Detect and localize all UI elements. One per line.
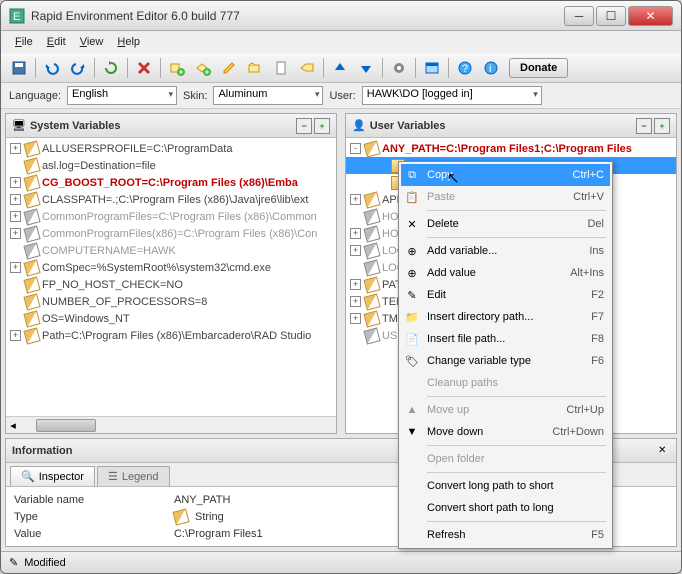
add-value-button[interactable] — [191, 56, 215, 80]
titlebar[interactable]: E Rapid Environment Editor 6.0 build 777… — [1, 1, 681, 31]
system-variables-pane: 🖥 System Variables − + +ALLUSERSPROFILE=… — [5, 113, 337, 434]
menu-help[interactable]: Help — [111, 34, 146, 50]
tree-row[interactable]: +CLASSPATH=.;C:\Program Files (x86)\Java… — [6, 191, 336, 208]
user-label: User: — [329, 90, 355, 102]
info-close-button[interactable]: ✕ — [658, 445, 670, 457]
tree-row[interactable]: +CommonProgramFiles(x86)=C:\Program File… — [6, 225, 336, 242]
menu-add-variable-[interactable]: ⊕Add variable...Ins — [401, 240, 610, 262]
down-button[interactable] — [354, 56, 378, 80]
undo-button[interactable] — [40, 56, 64, 80]
settings-button[interactable] — [387, 56, 411, 80]
menu-change-variable-type[interactable]: 🏷Change variable typeF6 — [401, 350, 610, 372]
menu-insert-file-path-[interactable]: 📄Insert file path...F8 — [401, 328, 610, 350]
language-label: Language: — [9, 90, 61, 102]
redo-button[interactable] — [66, 56, 90, 80]
options-row: Language: English Skin: Aluminum User: H… — [1, 83, 681, 109]
tree-row[interactable]: +Path=C:\Program Files (x86)\Embarcadero… — [6, 327, 336, 344]
insert-dir-button[interactable] — [243, 56, 267, 80]
usr-pane-icon: 👤 — [352, 119, 366, 132]
tree-row[interactable]: OS=Windows_NT — [6, 310, 336, 327]
tree-row[interactable]: +CommonProgramFiles=C:\Program Files (x8… — [6, 208, 336, 225]
menu-file[interactable]: File — [9, 34, 39, 50]
insert-file-button[interactable] — [269, 56, 293, 80]
menu-convert-long-path-to-short[interactable]: Convert long path to short — [401, 475, 610, 497]
menu-cleanup-paths: Cleanup paths — [401, 372, 610, 394]
status-text: Modified — [24, 557, 66, 569]
tree-row[interactable]: +ComSpec=%SystemRoot%\system32\cmd.exe — [6, 259, 336, 276]
close-button[interactable]: ✕ — [628, 6, 673, 26]
svg-text:E: E — [13, 11, 20, 23]
save-button[interactable] — [7, 56, 31, 80]
up-button[interactable] — [328, 56, 352, 80]
usr-add-button[interactable]: + — [654, 118, 670, 134]
sys-pane-title: System Variables — [30, 120, 294, 132]
inspector-icon: 🔍 — [21, 470, 35, 483]
edit-button[interactable] — [217, 56, 241, 80]
menu-move-down[interactable]: ▼Move downCtrl+Down — [401, 421, 610, 443]
menu-refresh[interactable]: RefreshF5 — [401, 524, 610, 546]
donate-button[interactable]: Donate — [509, 58, 568, 78]
sys-hscrollbar[interactable]: ◂ — [6, 416, 336, 433]
delete-button[interactable] — [132, 56, 156, 80]
add-var-button[interactable] — [165, 56, 189, 80]
tab-legend[interactable]: ☰Legend — [97, 466, 170, 486]
refresh-button[interactable] — [99, 56, 123, 80]
tree-row[interactable]: NUMBER_OF_PROCESSORS=8 — [6, 293, 336, 310]
menu-move-up: ▲Move upCtrl+Up — [401, 399, 610, 421]
sys-pane-icon: 🖥 — [12, 119, 26, 132]
sys-add-button[interactable]: + — [314, 118, 330, 134]
skin-select[interactable]: Aluminum — [213, 86, 323, 105]
svg-text:?: ? — [462, 63, 468, 75]
legend-icon: ☰ — [108, 470, 118, 483]
tree-row[interactable]: COMPUTERNAME=HAWK — [6, 242, 336, 259]
menu-add-value[interactable]: ⊕Add valueAlt+Ins — [401, 262, 610, 284]
menu-paste: 📋PasteCtrl+V — [401, 186, 610, 208]
minimize-button[interactable]: ─ — [564, 6, 594, 26]
window-title: Rapid Environment Editor 6.0 build 777 — [31, 9, 564, 23]
tag-button[interactable] — [295, 56, 319, 80]
menu-edit[interactable]: Edit — [41, 34, 72, 50]
menu-delete[interactable]: ✕DeleteDel — [401, 213, 610, 235]
system-tree[interactable]: +ALLUSERSPROFILE=C:\ProgramDataasl.log=D… — [6, 138, 336, 416]
user-select[interactable]: HAWK\DO [logged in] — [362, 86, 542, 105]
menu-view[interactable]: View — [74, 34, 110, 50]
language-select[interactable]: English — [67, 86, 177, 105]
skin-label: Skin: — [183, 90, 207, 102]
maximize-button[interactable]: ☐ — [596, 6, 626, 26]
menubar: File Edit View Help — [1, 31, 681, 53]
usr-collapse-button[interactable]: − — [636, 118, 652, 134]
tree-row[interactable]: +CG_BOOST_ROOT=C:\Program Files (x86)\Em… — [6, 174, 336, 191]
tree-row[interactable]: -ANY_PATH=C:\Program Files1;C:\Program F… — [346, 140, 676, 157]
tree-row[interactable]: +ALLUSERSPROFILE=C:\ProgramData — [6, 140, 336, 157]
info-button[interactable]: i — [479, 56, 503, 80]
menu-edit[interactable]: ✎EditF2 — [401, 284, 610, 306]
tab-inspector[interactable]: 🔍Inspector — [10, 466, 95, 486]
modified-icon: ✎ — [9, 556, 18, 569]
menu-insert-directory-path-[interactable]: 📁Insert directory path...F7 — [401, 306, 610, 328]
sys-collapse-button[interactable]: − — [296, 118, 312, 134]
menu-open-folder: Open folder — [401, 448, 610, 470]
tree-row[interactable]: asl.log=Destination=file — [6, 157, 336, 174]
menu-convert-short-path-to-long[interactable]: Convert short path to long — [401, 497, 610, 519]
tree-row[interactable]: FP_NO_HOST_CHECK=NO — [6, 276, 336, 293]
toolbar: ? i Donate — [1, 53, 681, 83]
app-icon: E — [9, 8, 25, 24]
context-menu[interactable]: ⧉CopyCtrl+C📋PasteCtrl+V ✕DeleteDel ⊕Add va… — [398, 161, 613, 549]
usr-pane-title: User Variables — [370, 120, 634, 132]
window-button[interactable] — [420, 56, 444, 80]
help-button[interactable]: ? — [453, 56, 477, 80]
svg-text:i: i — [489, 63, 491, 75]
menu-copy[interactable]: ⧉CopyCtrl+C — [401, 164, 610, 186]
statusbar: ✎ Modified — [1, 551, 681, 573]
